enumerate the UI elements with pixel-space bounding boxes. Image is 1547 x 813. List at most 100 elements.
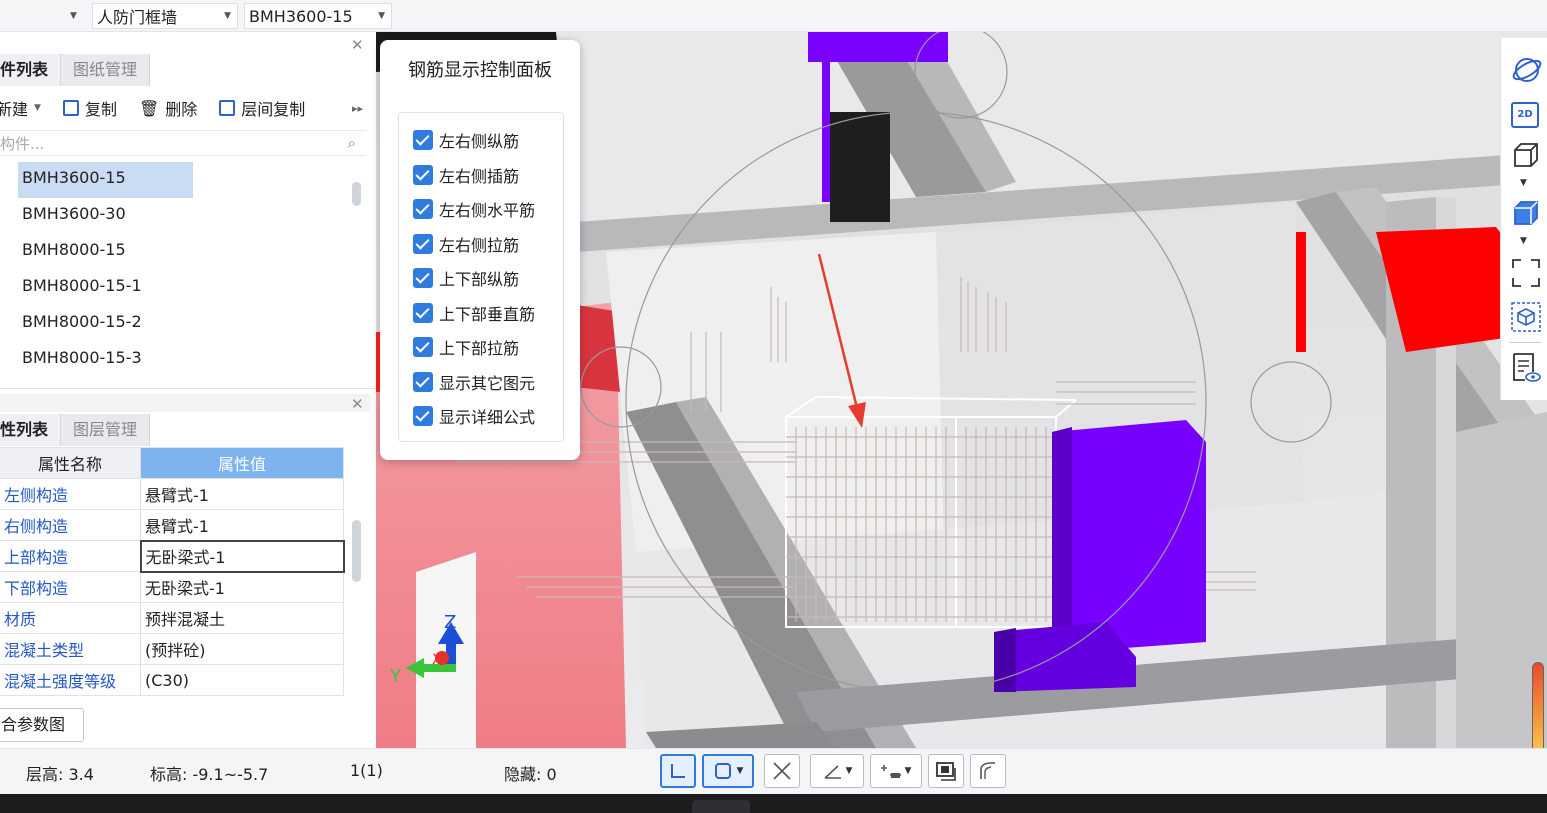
table-row[interactable]: 右侧构造 悬臂式-1 xyxy=(0,509,344,541)
chevron-down-icon[interactable]: ▼ xyxy=(1520,178,1527,188)
new-button[interactable]: 新建 ▼ xyxy=(0,96,41,120)
property-value[interactable]: 悬臂式-1 xyxy=(140,509,344,541)
new-label: 新建 xyxy=(0,100,29,119)
checkbox-checked-icon[interactable] xyxy=(413,199,433,220)
tab-layer-management[interactable]: 图层管理 xyxy=(61,414,151,446)
close-icon[interactable]: ✕ xyxy=(351,36,364,54)
table-row[interactable]: 上部构造 无卧梁式-1 xyxy=(0,539,345,573)
display-button[interactable] xyxy=(928,754,964,788)
copy-button[interactable]: 复制 xyxy=(62,96,117,120)
rebar-option-checkbox[interactable]: 显示详细公式 xyxy=(399,399,563,434)
component-category-value: 人防门框墙 xyxy=(97,8,178,27)
checkbox-checked-icon[interactable] xyxy=(413,268,433,289)
chevron-down-icon: ▼ xyxy=(845,766,853,776)
checkbox-checked-icon[interactable] xyxy=(413,164,433,185)
component-name-dropdown[interactable]: BMH3600-15 ▼ xyxy=(244,3,392,29)
rebar-option-checkbox[interactable]: 左右侧水平筋 xyxy=(399,192,563,227)
property-name: 下部构造 xyxy=(0,571,141,603)
checkbox-checked-icon[interactable] xyxy=(413,406,433,427)
component-type-dropdown[interactable]: ▼ xyxy=(70,3,87,29)
property-name: 材质 xyxy=(0,602,141,634)
zoom-slider[interactable] xyxy=(1532,662,1544,748)
rebar-option-checkbox[interactable]: 上下部纵筋 xyxy=(399,261,563,296)
cube-outline-icon[interactable] xyxy=(1511,140,1541,170)
orbit-icon[interactable] xyxy=(1511,54,1543,86)
property-value[interactable]: (C30) xyxy=(140,664,344,696)
list-item[interactable]: BMH8000-15-3 xyxy=(0,342,350,378)
rebar-option-checkbox[interactable]: 上下部垂直筋 xyxy=(399,296,563,331)
checkbox-checked-icon[interactable] xyxy=(413,302,433,323)
property-name: 混凝土强度等级 xyxy=(0,664,141,696)
snap-button[interactable]: ▼ xyxy=(702,754,754,788)
delete-label: 删除 xyxy=(165,100,198,119)
tab-property-list[interactable]: 性列表 xyxy=(0,414,62,446)
list-item[interactable]: BMH8000-15 xyxy=(0,234,350,270)
component-search[interactable]: 构件... ⌕ xyxy=(0,130,366,156)
view-toolbar: 2D ▼ ▼ xyxy=(1500,38,1547,400)
view-2d-button[interactable]: 2D xyxy=(1511,102,1539,128)
curve-button[interactable] xyxy=(970,754,1006,788)
offset-button[interactable]: ▼ xyxy=(870,754,922,788)
property-value[interactable]: 预拌混凝土 xyxy=(140,602,344,634)
curve-icon xyxy=(980,762,995,779)
search-input[interactable]: 构件... xyxy=(0,133,44,154)
table-row[interactable]: 混凝土强度等级 (C30) xyxy=(0,664,344,696)
ortho-button[interactable] xyxy=(660,754,696,788)
property-scrollbar[interactable] xyxy=(352,520,361,582)
tab-drawing-management[interactable]: 图纸管理 xyxy=(61,54,151,86)
property-tabs: 性列表 图层管理 xyxy=(0,414,151,446)
angle-button[interactable]: ▼ xyxy=(810,754,864,788)
list-scrollbar[interactable] xyxy=(352,182,361,206)
rebar-option-label: 显示其它图元 xyxy=(439,373,536,393)
chevron-down-icon[interactable]: ▼ xyxy=(1520,236,1527,246)
snap-rect-icon xyxy=(714,763,731,779)
property-name: 左侧构造 xyxy=(0,478,141,510)
table-row[interactable]: 材质 预拌混凝土 xyxy=(0,602,344,634)
component-category-dropdown[interactable]: 人防门框墙 ▼ xyxy=(92,3,238,29)
checkbox-checked-icon[interactable] xyxy=(413,233,433,254)
taskbar-app-button[interactable] xyxy=(692,800,750,813)
intersect-button[interactable] xyxy=(764,754,800,788)
table-row[interactable]: 混凝土类型 (预拌砼) xyxy=(0,633,344,665)
rebar-option-label: 左右侧水平筋 xyxy=(439,201,536,221)
property-table: 属性名称 属性值 左侧构造 悬臂式-1 右侧构造 悬臂式-1 上部构造 无卧梁式-1 下部构… xyxy=(0,447,345,696)
chevron-down-icon: ▼ xyxy=(224,11,231,21)
list-item[interactable]: BMH3600-30 xyxy=(0,198,350,234)
box-view-icon[interactable] xyxy=(1511,302,1541,332)
rebar-option-checkbox[interactable]: 左右侧插筋 xyxy=(399,158,563,193)
divider xyxy=(0,388,376,389)
rebar-option-checkbox[interactable]: 上下部拉筋 xyxy=(399,330,563,365)
delete-button[interactable]: 🗑 删除 xyxy=(139,96,197,120)
rebar-option-checkbox[interactable]: 左右侧纵筋 xyxy=(399,123,563,158)
layer-display-icon[interactable] xyxy=(1511,352,1541,384)
table-row[interactable]: 下部构造 无卧梁式-1 xyxy=(0,571,344,603)
property-value[interactable]: (预拌砼) xyxy=(140,633,344,665)
angle-icon xyxy=(823,765,841,779)
cube-solid-icon[interactable] xyxy=(1511,198,1541,228)
rebar-display-panel: 钢筋显示控制面板 左右侧纵筋 左右侧插筋 左右侧水平筋 左右侧拉筋 上下部纵筋 上下部垂直… xyxy=(380,40,580,460)
param-diagram-button[interactable]: 合参数图 xyxy=(0,708,84,742)
component-toolbar: 新建 ▼ 复制 🗑 删除 层间复制 ▸▸ xyxy=(0,90,376,126)
fullscreen-icon[interactable] xyxy=(1511,258,1541,288)
more-icon[interactable]: ▸▸ xyxy=(352,102,363,115)
checkbox-checked-icon[interactable] xyxy=(413,371,433,392)
list-item[interactable]: BMH8000-15-1 xyxy=(0,270,350,306)
property-value[interactable]: 无卧梁式-1 xyxy=(140,571,344,603)
table-row[interactable]: 左侧构造 悬臂式-1 xyxy=(0,478,344,510)
list-item[interactable]: BMH8000-15-2 xyxy=(0,306,350,342)
rebar-option-label: 上下部拉筋 xyxy=(439,339,520,359)
property-value[interactable]: 无卧梁式-1 xyxy=(139,539,345,573)
rebar-option-checkbox[interactable]: 显示其它图元 xyxy=(399,365,563,400)
floor-copy-button[interactable]: 层间复制 xyxy=(219,96,305,120)
property-value[interactable]: 悬臂式-1 xyxy=(140,478,344,510)
elevation: 标高: -9.1~-5.7 xyxy=(150,765,269,784)
close-icon[interactable]: ✕ xyxy=(351,395,364,413)
checkbox-checked-icon[interactable] xyxy=(413,337,433,358)
column-header-value: 属性值 xyxy=(140,447,344,479)
list-item[interactable]: BMH3600-15 xyxy=(18,162,193,198)
rebar-option-checkbox[interactable]: 左右侧拉筋 xyxy=(399,227,563,262)
checkbox-checked-icon[interactable] xyxy=(413,130,433,151)
copy-label: 复制 xyxy=(84,100,117,119)
property-name: 上部构造 xyxy=(0,540,141,572)
tab-component-list[interactable]: 件列表 xyxy=(0,54,62,86)
